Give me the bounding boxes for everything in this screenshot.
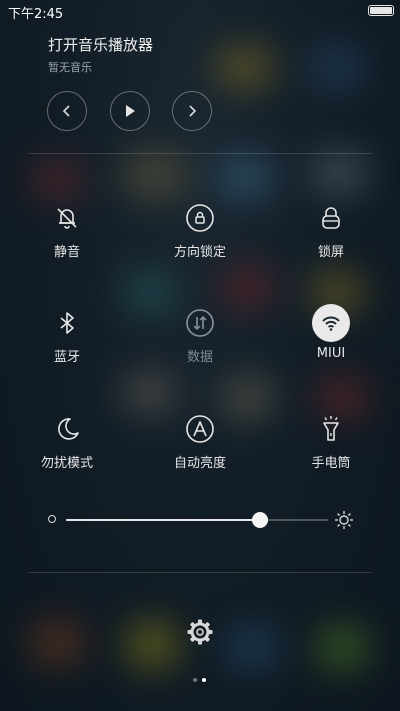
divider: [28, 153, 372, 154]
play-icon: [126, 105, 135, 117]
auto-brightness-icon: [181, 410, 219, 448]
flashlight-icon: [312, 410, 350, 448]
toggle-flashlight[interactable]: 手电筒: [276, 410, 386, 490]
music-subtitle: 暂无音乐: [48, 61, 92, 74]
mobile-data-icon: [181, 304, 219, 342]
toggle-auto-brightness[interactable]: 自动亮度: [145, 410, 255, 490]
brightness-low-icon: [48, 515, 56, 523]
music-title[interactable]: 打开音乐播放器: [48, 34, 368, 55]
music-widget[interactable]: 打开音乐播放器 暂无音乐: [48, 34, 368, 75]
toggle-label: 方向锁定: [173, 245, 226, 260]
page-dot-active: [202, 678, 206, 682]
brightness-slider[interactable]: [44, 507, 358, 533]
previous-track-button[interactable]: [47, 91, 87, 131]
brightness-thumb[interactable]: [251, 512, 268, 528]
brightness-high-icon: [335, 511, 353, 529]
page-dot: [193, 678, 197, 682]
toggle-rotation-lock[interactable]: 方向锁定: [145, 199, 255, 279]
brightness-fill: [66, 519, 260, 521]
toggle-label: 勿扰模式: [40, 456, 93, 471]
battery-icon: [368, 5, 394, 16]
bluetooth-icon: [48, 304, 86, 342]
wifi-icon: [312, 304, 350, 342]
next-track-button[interactable]: [172, 91, 212, 131]
toggle-label: 自动亮度: [173, 456, 226, 471]
toggle-bluetooth[interactable]: 蓝牙: [12, 304, 122, 384]
play-button[interactable]: [110, 91, 150, 131]
toggle-label: 静音: [53, 245, 80, 260]
status-time: 下午2:45: [8, 7, 64, 22]
toggle-mobile-data[interactable]: 数据: [145, 304, 255, 384]
status-bar: 下午2:45: [0, 0, 400, 22]
bell-off-icon: [48, 199, 86, 237]
brightness-track[interactable]: [66, 512, 328, 528]
toggle-do-not-disturb[interactable]: 勿扰模式: [12, 410, 122, 490]
moon-icon: [48, 410, 86, 448]
toggle-wifi[interactable]: MIUI: [276, 304, 386, 384]
toggle-label: 锁屏: [317, 245, 344, 260]
toggle-label: MIUI: [316, 346, 346, 361]
toggle-label: 蓝牙: [53, 350, 80, 365]
toggle-mute[interactable]: 静音: [12, 199, 122, 279]
toggle-label: 手电筒: [311, 456, 351, 471]
chevron-right-icon: [189, 105, 197, 117]
page-indicator: [192, 677, 208, 683]
lock-icon: [312, 199, 350, 237]
chevron-left-icon: [62, 105, 70, 117]
toggle-label: 数据: [186, 350, 213, 365]
gear-icon[interactable]: [186, 618, 214, 646]
divider: [28, 572, 372, 573]
toggle-lock-screen[interactable]: 锁屏: [276, 199, 386, 279]
rotation-lock-icon: [181, 199, 219, 237]
